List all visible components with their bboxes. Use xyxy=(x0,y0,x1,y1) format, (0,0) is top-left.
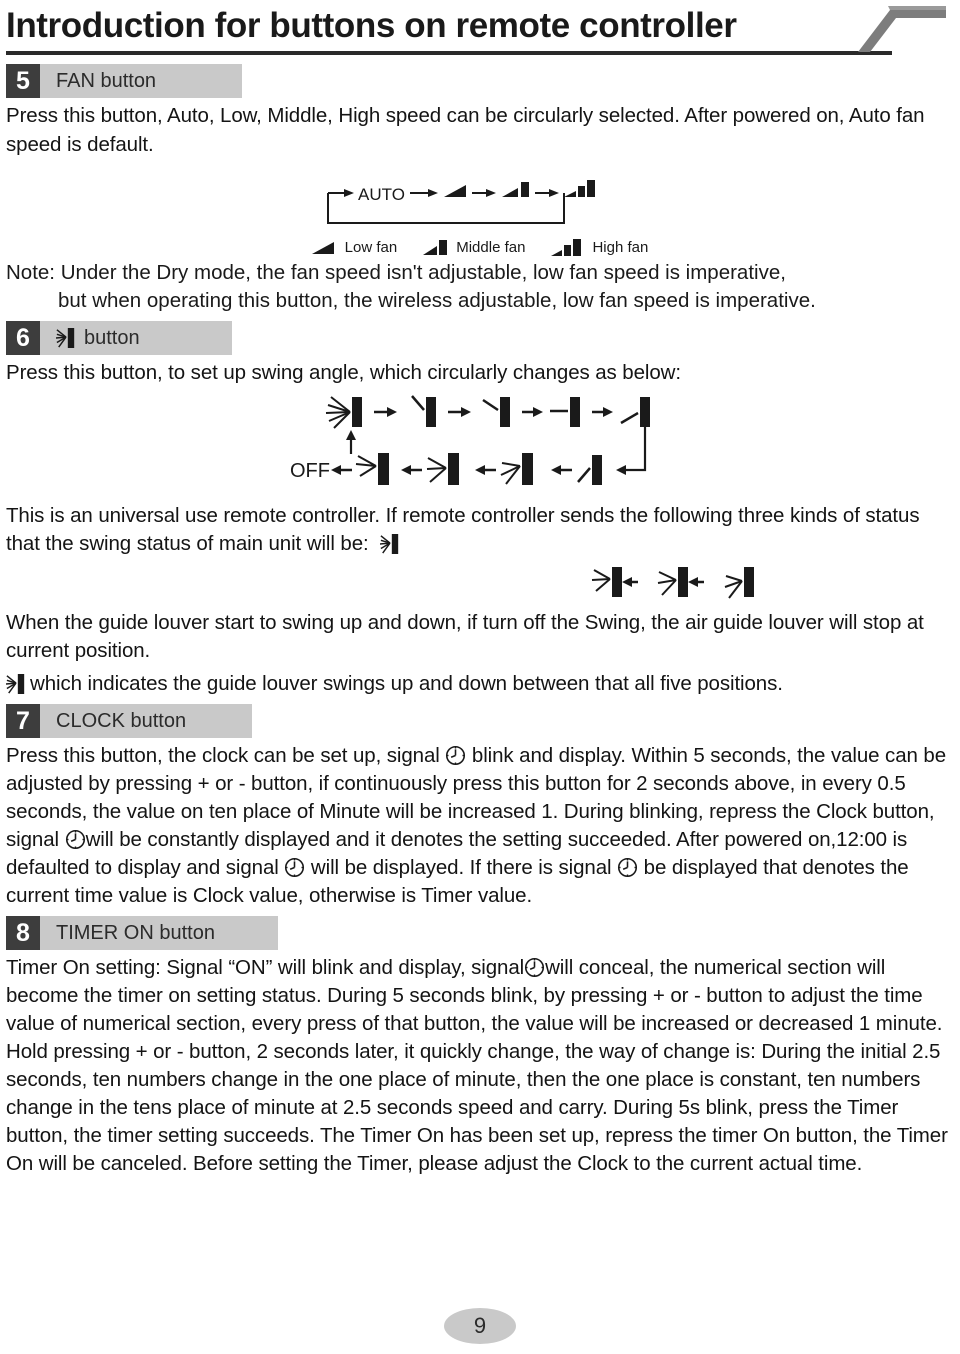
swing-middle-icon xyxy=(426,452,459,485)
swing-upper-icon xyxy=(355,452,389,485)
clock-icon xyxy=(446,745,466,766)
swing-icon xyxy=(380,534,399,554)
document-page: Introduction for buttons on remote contr… xyxy=(0,0,960,1354)
note-line-2: but when operating this button, the wire… xyxy=(58,289,816,312)
note-line-1: Note: Under the Dry mode, the fan speed … xyxy=(6,261,786,284)
louver-pos-5-icon xyxy=(577,454,602,485)
page-header: Introduction for buttons on remote contr… xyxy=(6,0,954,58)
section-6-five-positions-text: which indicates the guide louver swings … xyxy=(6,670,954,699)
title-underline xyxy=(6,51,892,55)
section-number-5: 5 xyxy=(6,64,40,98)
swing-status-1-icon xyxy=(591,566,622,597)
clock-icon xyxy=(65,829,85,850)
swing-lower-icon xyxy=(500,452,533,485)
section-7-body: Press this button, the clock can be set … xyxy=(6,742,954,910)
section-label-5: FAN button xyxy=(56,69,157,92)
section-label-6: button xyxy=(84,326,140,349)
low-fan-icon xyxy=(311,242,334,254)
section-number-8: 8 xyxy=(6,916,40,950)
legend-label-high-fan: High fan xyxy=(592,238,649,256)
clock-run-0: Press this button, the clock can be set … xyxy=(6,744,446,767)
swing-status-3-icon xyxy=(724,566,754,599)
fan-speed-cycle-diagram: AUTO xyxy=(6,163,954,241)
five-positions-text: which indicates the guide louver swings … xyxy=(30,671,783,695)
timer-run-0: Timer On setting: Signal “ON” will blink… xyxy=(6,956,525,979)
section-6-guide-louver-text: When the guide louver start to swing up … xyxy=(6,610,924,663)
clock-icon xyxy=(285,857,305,878)
section-header-7: 7 CLOCK button xyxy=(6,704,954,738)
section-6-intro: Press this button, to set up swing angle… xyxy=(6,361,681,384)
clock-icon xyxy=(618,857,638,878)
swing-icon xyxy=(56,328,75,348)
swing-all-icon xyxy=(325,395,362,429)
section-number-6: 6 xyxy=(6,321,40,355)
page-title: Introduction for buttons on remote contr… xyxy=(6,6,737,45)
corner-flag-icon xyxy=(858,6,946,52)
legend-label-low-fan: Low fan xyxy=(344,238,398,256)
universal-text: This is an universal use remote controll… xyxy=(6,503,920,556)
section-label-7: CLOCK button xyxy=(56,709,187,732)
section-number-7: 7 xyxy=(6,704,40,738)
louver-pos-1-icon xyxy=(411,394,436,427)
legend-item-low-fan: Low fan xyxy=(311,238,398,256)
page-number: 9 xyxy=(473,1313,487,1338)
section-5-paragraph: Press this button, Auto, Low, Middle, Hi… xyxy=(6,104,925,156)
swing-off-label: OFF xyxy=(290,460,330,482)
section-header-8: 8 TIMER ON button xyxy=(6,916,954,950)
svg-text:AUTO: AUTO xyxy=(358,185,405,204)
legend-label-middle-fan: Middle fan xyxy=(456,238,526,256)
page-number-badge: 9 xyxy=(444,1308,516,1344)
swing-angle-cycle-diagram: OFF xyxy=(6,392,954,500)
louver-pos-3-icon xyxy=(550,396,580,427)
section-8-body: Timer On setting: Signal “ON” will blink… xyxy=(6,954,954,1178)
section-header-5: 5 FAN button xyxy=(6,64,954,98)
clock-icon xyxy=(525,957,545,978)
louver-pos-4-icon xyxy=(620,396,650,427)
swing-status-2-icon xyxy=(657,566,688,597)
section-label-8: TIMER ON button xyxy=(56,921,215,944)
section-6-universal-text: This is an universal use remote controll… xyxy=(6,502,954,559)
section-header-6: 6 button xyxy=(6,321,954,355)
swing-icon xyxy=(6,673,25,694)
section-5-note: Note: Under the Dry mode, the fan speed … xyxy=(6,259,954,315)
swing-status-icon-row xyxy=(6,563,954,603)
clock-run-6: will be displayed. If there is signal xyxy=(305,856,618,879)
timer-run-2: will conceal, the numerical section will… xyxy=(6,956,948,1175)
louver-pos-2-icon xyxy=(482,396,510,427)
